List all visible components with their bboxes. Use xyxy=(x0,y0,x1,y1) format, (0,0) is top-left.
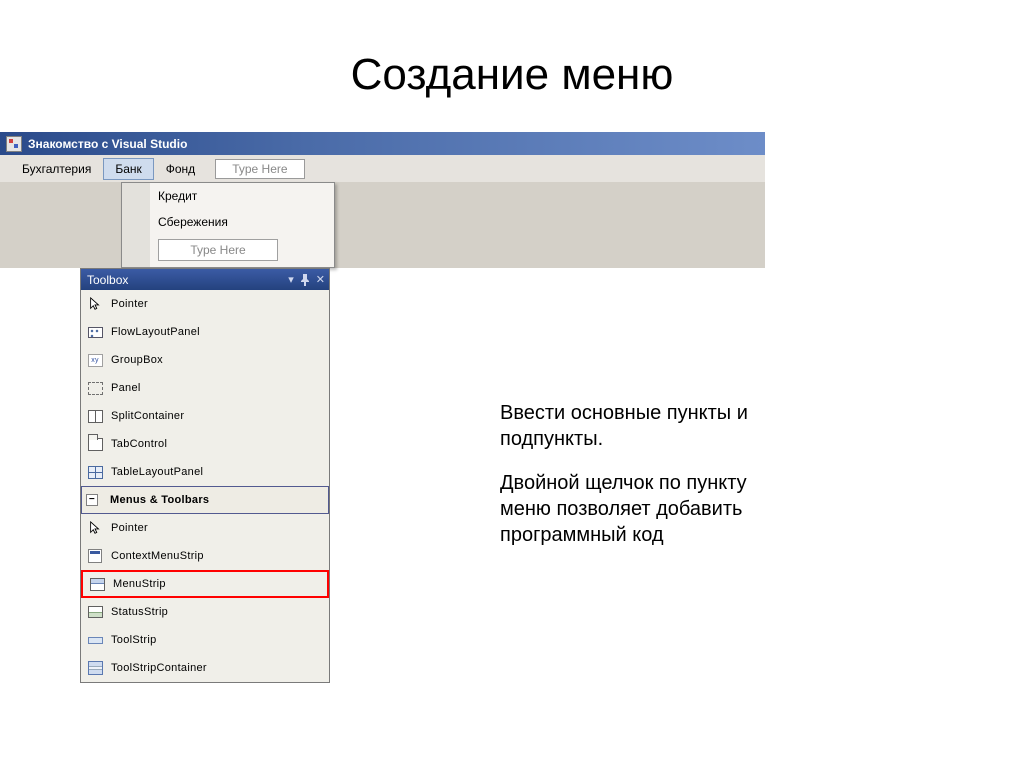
toolbox-item-contextmenustrip[interactable]: ContextMenuStrip xyxy=(81,542,329,570)
toolbox-category-menus[interactable]: − Menus & Toolbars xyxy=(81,486,329,514)
toolbox-item-label: Pointer xyxy=(111,298,148,310)
toolbox-item-statusstrip[interactable]: StatusStrip xyxy=(81,598,329,626)
slide-title: Создание меню xyxy=(0,50,1024,100)
toolbox-item-panel[interactable]: Panel xyxy=(81,374,329,402)
toolbox-item-tablelayoutpanel[interactable]: TableLayoutPanel xyxy=(81,458,329,486)
tablelayout-icon xyxy=(87,464,103,480)
toolbox-item-label: GroupBox xyxy=(111,354,163,366)
close-icon[interactable]: ✕ xyxy=(316,273,325,286)
dropdown-item-credit[interactable]: Кредит xyxy=(122,183,334,209)
menu-dropdown: Кредит Сбережения Type Here xyxy=(121,182,335,268)
vs-window: Знакомство с Visual Studio Бухгалтерия Б… xyxy=(0,131,765,268)
toolbox-item-label: ToolStripContainer xyxy=(111,662,207,674)
body-paragraph-1: Ввести основные пункты и подпункты. xyxy=(500,400,800,452)
toolbox-panel: Toolbox ▾ ✕ Pointer FlowLayoutPanel xy G… xyxy=(80,268,330,683)
toolbox-item-toolstrip[interactable]: ToolStrip xyxy=(81,626,329,654)
toolbox-list: Pointer FlowLayoutPanel xy GroupBox Pane… xyxy=(81,290,329,682)
toolstrip-icon xyxy=(87,632,103,648)
toolbox-item-label: Pointer xyxy=(111,522,148,534)
vs-menubar: Бухгалтерия Банк Фонд Type Here xyxy=(0,155,765,182)
toolbox-item-flowlayoutpanel[interactable]: FlowLayoutPanel xyxy=(81,318,329,346)
contextmenu-icon xyxy=(87,548,103,564)
menu-item-fund[interactable]: Фонд xyxy=(154,158,207,180)
menu-type-here[interactable]: Type Here xyxy=(215,159,304,179)
dropdown-type-here[interactable]: Type Here xyxy=(158,239,278,261)
panel-icon xyxy=(87,380,103,396)
toolbox-item-tabcontrol[interactable]: TabControl xyxy=(81,430,329,458)
pin-icon[interactable] xyxy=(300,274,310,286)
toolbox-item-label: FlowLayoutPanel xyxy=(111,326,200,338)
flowlayout-icon xyxy=(87,324,103,340)
splitcontainer-icon xyxy=(87,408,103,424)
toolbox-item-label: TabControl xyxy=(111,438,167,450)
toolbox-item-label: ContextMenuStrip xyxy=(111,550,204,562)
toolbox-item-toolstripcontainer[interactable]: ToolStripContainer xyxy=(81,654,329,682)
window-title: Знакомство с Visual Studio xyxy=(28,137,187,151)
pointer-icon xyxy=(87,520,103,536)
app-icon xyxy=(6,136,22,152)
toolbox-item-label: Panel xyxy=(111,382,141,394)
toolbox-item-label: MenuStrip xyxy=(113,578,166,590)
toolbox-item-label: ToolStrip xyxy=(111,634,157,646)
toolbox-item-splitcontainer[interactable]: SplitContainer xyxy=(81,402,329,430)
toolbox-category-label: Menus & Toolbars xyxy=(110,494,209,506)
statusstrip-icon xyxy=(87,604,103,620)
toolbox-item-label: StatusStrip xyxy=(111,606,168,618)
collapse-icon[interactable]: − xyxy=(86,494,98,506)
toolbox-title: Toolbox xyxy=(87,273,128,287)
toolbox-item-groupbox[interactable]: xy GroupBox xyxy=(81,346,329,374)
menu-item-accounting[interactable]: Бухгалтерия xyxy=(10,158,103,180)
toolbox-item-pointer2[interactable]: Pointer xyxy=(81,514,329,542)
dropdown-icon[interactable]: ▾ xyxy=(288,273,294,286)
toolbox-item-label: TableLayoutPanel xyxy=(111,466,203,478)
dropdown-item-savings[interactable]: Сбережения xyxy=(122,209,334,235)
toolbox-header: Toolbox ▾ ✕ xyxy=(81,269,329,290)
toolbox-item-label: SplitContainer xyxy=(111,410,184,422)
body-text: Ввести основные пункты и подпункты. Двой… xyxy=(500,400,800,566)
toolstripcontainer-icon xyxy=(87,660,103,676)
groupbox-icon: xy xyxy=(87,352,103,368)
menu-item-bank[interactable]: Банк xyxy=(103,158,153,180)
tabcontrol-icon xyxy=(87,436,103,452)
body-paragraph-2: Двойной щелчок по пункту меню позволяет … xyxy=(500,470,800,548)
toolbox-item-pointer[interactable]: Pointer xyxy=(81,290,329,318)
vs-titlebar: Знакомство с Visual Studio xyxy=(0,132,765,155)
menustrip-icon xyxy=(89,576,105,592)
toolbox-item-menustrip[interactable]: MenuStrip xyxy=(81,570,329,598)
pointer-icon xyxy=(87,296,103,312)
